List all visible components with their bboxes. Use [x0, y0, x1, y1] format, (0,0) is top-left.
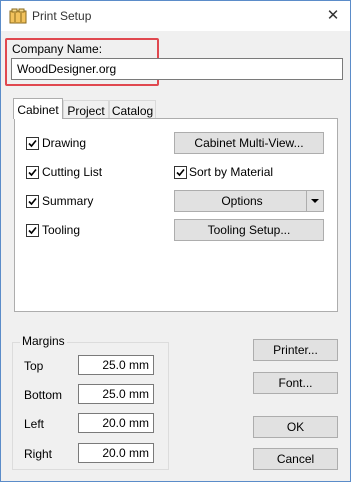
cancel-button[interactable]: Cancel	[253, 448, 338, 470]
dropdown-arrow-icon[interactable]	[306, 191, 323, 211]
window-title: Print Setup	[32, 9, 92, 23]
margin-bottom-label: Bottom	[24, 388, 63, 402]
tab-cabinet[interactable]: Cabinet	[13, 98, 63, 119]
tab-catalog[interactable]: Catalog	[109, 100, 156, 120]
ok-button[interactable]: OK	[253, 416, 338, 438]
font-button[interactable]: Font...	[253, 372, 338, 394]
tooling-setup-button[interactable]: Tooling Setup...	[174, 219, 324, 241]
sort-by-material-checkbox[interactable]	[174, 166, 187, 179]
cabinet-multiview-button[interactable]: Cabinet Multi-View...	[174, 132, 324, 154]
summary-label: Summary	[42, 194, 94, 208]
options-button-label: Options	[221, 194, 263, 208]
company-name-input[interactable]: WoodDesigner.org	[11, 58, 343, 80]
checkmark-icon	[28, 197, 37, 206]
tooling-checkbox[interactable]	[26, 224, 39, 237]
margin-bottom-input[interactable]: 25.0 mm	[78, 384, 154, 404]
margin-top-label: Top	[24, 359, 44, 373]
margin-right-label: Right	[24, 447, 53, 461]
checkmark-icon	[28, 168, 37, 177]
drawing-label: Drawing	[42, 136, 87, 150]
options-split-button[interactable]: Options	[174, 190, 324, 212]
margin-top-input[interactable]: 25.0 mm	[78, 355, 154, 375]
tab-project[interactable]: Project	[63, 100, 109, 120]
summary-checkbox[interactable]	[26, 195, 39, 208]
tooling-label: Tooling	[42, 223, 81, 237]
app-icon	[9, 8, 27, 24]
checkmark-icon	[28, 226, 37, 235]
company-name-label: Company Name:	[12, 42, 103, 56]
margin-left-input[interactable]: 20.0 mm	[78, 413, 154, 433]
close-icon[interactable]: ✕	[322, 5, 344, 27]
printer-button[interactable]: Printer...	[253, 339, 338, 361]
title-bar: Print Setup ✕	[1, 1, 350, 31]
margin-left-label: Left	[24, 417, 45, 431]
margins-title: Margins	[20, 334, 67, 348]
checkmark-icon	[176, 168, 185, 177]
cutting-list-checkbox[interactable]	[26, 166, 39, 179]
drawing-checkbox[interactable]	[26, 137, 39, 150]
cutting-list-label: Cutting List	[42, 165, 103, 179]
sort-by-material-label: Sort by Material	[189, 165, 274, 179]
margin-right-input[interactable]: 20.0 mm	[78, 443, 154, 463]
checkmark-icon	[28, 139, 37, 148]
